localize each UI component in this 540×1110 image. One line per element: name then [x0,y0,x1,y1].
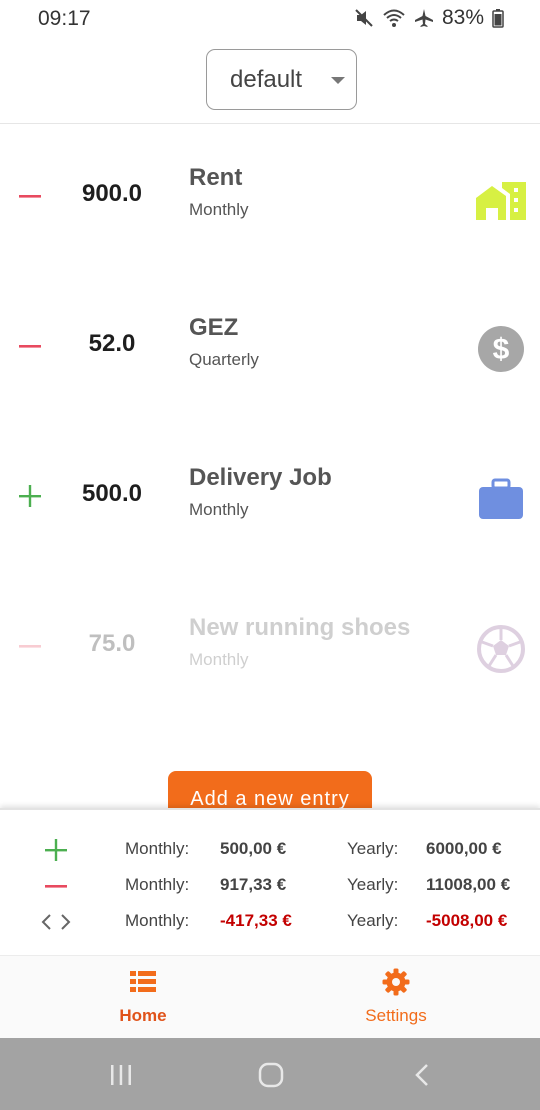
entry-frequency: Quarterly [189,350,259,369]
system-navigation-bar [0,1038,540,1110]
list-item[interactable]: 52.0 GEZ Quarterly $ [0,300,540,400]
briefcase-icon [479,478,523,519]
airplane-icon [414,9,433,27]
entry-name: Delivery Job [189,464,332,491]
expense-yearly-value: 11008,00 € [426,875,511,894]
minus-icon [19,645,41,648]
list-item[interactable]: 900.0 Rent Monthly [0,150,540,250]
balance-yearly-label: Yearly: [347,911,399,930]
summary-balance-row: Monthly: -417,33 € Yearly: -5008,00 € [0,906,540,936]
entry-amount: 900.0 [81,180,143,207]
summary-panel: Monthly: 500,00 € Yearly: 6000,00 € Mont… [0,808,540,955]
status-time: 09:17 [38,7,91,30]
soccer-ball-icon [477,625,525,673]
list-item[interactable]: 500.0 Delivery Job Monthly [0,450,540,550]
expense-monthly-label: Monthly: [125,875,190,894]
battery-percent: 83% [441,6,484,29]
home-button-icon[interactable] [256,1060,286,1090]
entry-frequency: Monthly [189,500,249,519]
back-icon[interactable] [408,1060,438,1090]
plus-icon [19,485,41,507]
battery-icon [492,9,504,28]
bottom-navigation: Home Settings [0,955,540,1038]
entry-name: New running shoes [189,614,411,641]
entry-amount: 500.0 [81,480,143,507]
entry-amount: 52.0 [88,330,136,357]
expense-yearly-label: Yearly: [347,875,399,894]
minus-icon [45,885,67,888]
nav-settings-label: Settings [365,1006,427,1025]
entry-frequency: Monthly [189,650,249,669]
status-icons: 83% [354,6,504,30]
list-icon [130,971,156,992]
income-monthly-value: 500,00 € [220,839,287,858]
caret-down-icon [331,77,345,84]
wifi-icon [383,9,405,27]
budget-selector-dropdown[interactable]: default [206,49,357,110]
summary-expense-row: Monthly: 917,33 € Yearly: 11008,00 € [0,870,540,900]
svg-text:$: $ [493,333,510,366]
gear-icon [382,968,410,996]
expense-monthly-value: 917,33 € [220,875,287,894]
balance-monthly-label: Monthly: [125,911,190,930]
income-yearly-label: Yearly: [347,839,399,858]
minus-icon [19,345,41,348]
income-yearly-value: 6000,00 € [426,839,502,858]
home-icon [476,182,526,220]
balance-yearly-value: -5008,00 € [426,911,508,930]
recent-apps-icon[interactable] [106,1060,136,1090]
entry-name: Rent [189,164,243,191]
mute-icon [355,9,373,27]
top-area: default [0,38,540,124]
nav-home-label: Home [119,1006,167,1025]
entry-amount: 75.0 [88,630,136,657]
status-bar: 09:17 83% [0,0,540,38]
balance-monthly-value: -417,33 € [220,911,292,930]
nav-settings[interactable]: Settings [326,968,466,1026]
code-brackets-icon [41,914,71,930]
dollar-circle-icon: $ [478,326,524,372]
income-monthly-label: Monthly: [125,839,190,858]
summary-income-row: Monthly: 500,00 € Yearly: 6000,00 € [0,834,540,864]
entry-frequency: Monthly [189,200,249,219]
plus-icon [45,839,67,861]
list-item[interactable]: 75.0 New running shoes Monthly [0,600,540,700]
entry-name: GEZ [189,314,239,341]
nav-home[interactable]: Home [73,968,213,1026]
minus-icon [19,195,41,198]
dropdown-selected-value: default [230,66,303,93]
